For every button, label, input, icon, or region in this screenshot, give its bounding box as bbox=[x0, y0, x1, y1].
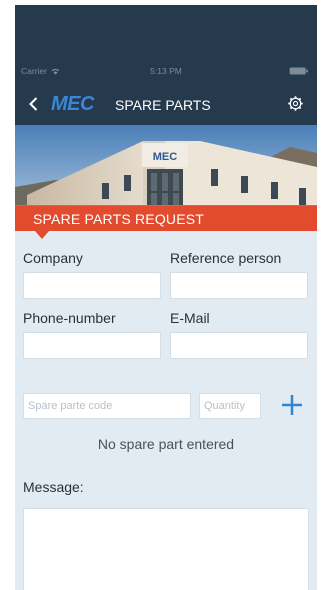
reference-person-label: Reference person bbox=[170, 250, 282, 266]
mec-logo: MEC bbox=[51, 93, 94, 116]
company-building-photo: MEC bbox=[15, 125, 317, 213]
section-pointer bbox=[35, 231, 49, 239]
back-chevron-icon[interactable] bbox=[27, 96, 41, 112]
message-textarea[interactable] bbox=[23, 508, 309, 590]
top-frame bbox=[15, 5, 317, 61]
gear-icon[interactable] bbox=[287, 95, 304, 112]
nav-title: SPARE PARTS bbox=[115, 97, 211, 113]
plus-icon[interactable] bbox=[280, 393, 304, 417]
status-bar: Carrier 5:13 PM bbox=[15, 61, 317, 83]
phone-number-field[interactable] bbox=[23, 332, 161, 359]
email-label: E-Mail bbox=[170, 310, 210, 326]
quantity-input[interactable]: Quantity bbox=[199, 393, 261, 419]
logo-text: MEC bbox=[51, 93, 94, 115]
company-label: Company bbox=[23, 250, 83, 266]
email-field[interactable] bbox=[170, 332, 308, 359]
company-field[interactable] bbox=[23, 272, 161, 299]
section-title: SPARE PARTS REQUEST bbox=[33, 211, 205, 227]
battery-icon bbox=[289, 67, 308, 75]
app-screen: Carrier 5:13 PM MEC SPARE PARTS MEC SPAR… bbox=[15, 5, 317, 590]
spare-part-code-input[interactable]: Spare parte code bbox=[23, 393, 191, 419]
phone-number-label: Phone-number bbox=[23, 310, 116, 326]
message-label: Message: bbox=[23, 479, 84, 495]
navigation-bar: MEC SPARE PARTS bbox=[15, 83, 317, 125]
building-sign: MEC bbox=[153, 151, 178, 163]
status-time: 5:13 PM bbox=[150, 66, 182, 76]
section-header: SPARE PARTS REQUEST bbox=[15, 206, 317, 231]
empty-parts-message: No spare part entered bbox=[97, 436, 235, 452]
reference-person-field[interactable] bbox=[170, 272, 308, 299]
